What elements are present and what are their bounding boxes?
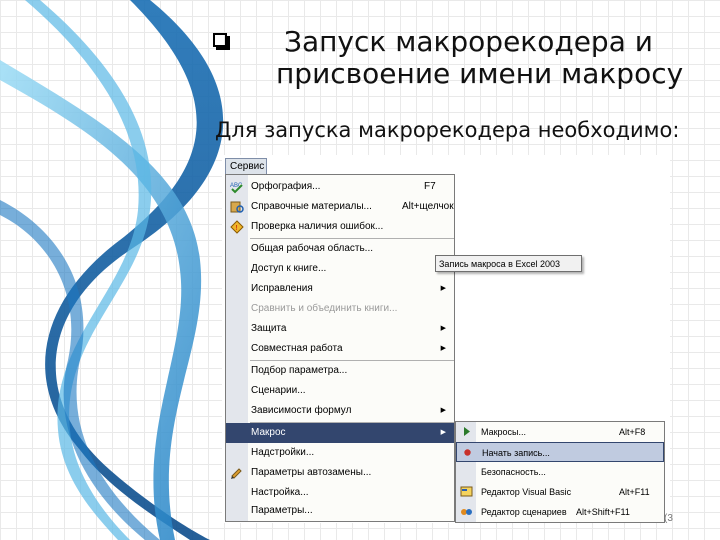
submenu-item-script-editor[interactable]: Редактор сценариев Alt+Shift+F11 [456,502,664,522]
submenu-arrow-icon: ▶ [440,325,446,332]
menu-item-addins[interactable]: Надстройки... [226,443,454,463]
title-line-1: Запуск макрорекодера и [284,25,653,58]
menu-item-macro[interactable]: Макрос ▶ [226,423,454,443]
submenu-arrow-icon: ▶ [440,285,446,292]
macro-play-icon [464,427,470,436]
checkbox-bullet-icon [213,33,230,50]
macro-submenu: Макросы... Alt+F8 Начать запись... Безоп… [455,421,665,523]
service-menu: ABC Орфография... F7 Справочные материал… [225,174,455,522]
menu-item-customize[interactable]: Настройка... [226,483,454,503]
menu-item-options[interactable]: Параметры... [226,501,454,521]
menu-item-spelling[interactable]: ABC Орфография... F7 [226,177,454,197]
page-marker: (3 [664,513,673,524]
research-icon [230,201,244,213]
svg-text:!: ! [236,225,238,232]
submenu-arrow-icon: ▶ [440,429,446,436]
menu-item-collaboration[interactable]: Совместная работа ▶ [226,339,454,359]
menu-item-autocorrect[interactable]: Параметры автозамены... [226,463,454,483]
menu-item-error-check[interactable]: ! Проверка наличия ошибок... [226,217,454,237]
record-icon [464,449,471,456]
menu-item-track-changes[interactable]: Исправления ▶ [226,279,454,299]
script-editor-icon [461,509,472,515]
menu-item-formula-auditing[interactable]: Зависимости формул ▶ [226,401,454,421]
submenu-item-security[interactable]: Безопасность... [456,462,664,482]
menu-item-shared-workspace[interactable]: Общая рабочая область... [226,239,454,259]
spellcheck-icon: ABC [230,183,243,194]
submenu-item-macros[interactable]: Макросы... Alt+F8 [456,422,664,442]
menu-item-protection[interactable]: Защита ▶ [226,319,454,339]
slide-title: Запуск макрорекодера и присвоение имени … [276,26,706,90]
menu-item-compare-merge[interactable]: Сравнить и объединить книги... [226,299,454,319]
slide-subtitle: Для запуска макрорекодера необходимо: [215,118,680,142]
error-check-icon: ! [230,220,244,234]
submenu-item-start-recording[interactable]: Начать запись... [456,442,664,462]
tooltip: Запись макроса в Excel 2003 [435,255,582,272]
menu-item-goal-seek[interactable]: Подбор параметра... [226,361,454,381]
autocorrect-icon [231,468,242,479]
submenu-arrow-icon: ▶ [440,345,446,352]
menu-item-share-workbook[interactable]: Доступ к книге... [226,259,454,279]
menu-item-research[interactable]: Справочные материалы... Alt+щелчок [226,197,454,217]
title-line-2: присвоение имени макросу [276,57,684,90]
submenu-arrow-icon: ▶ [440,407,446,414]
menu-service[interactable]: Сервис [225,158,267,174]
vba-editor-icon [460,486,473,497]
submenu-item-vba-editor[interactable]: Редактор Visual Basic Alt+F11 [456,482,664,502]
excel-screenshot: Сервис ABC Орфография... F7 Справочные м… [222,155,670,523]
menu-item-scenarios[interactable]: Сценарии... [226,381,454,401]
